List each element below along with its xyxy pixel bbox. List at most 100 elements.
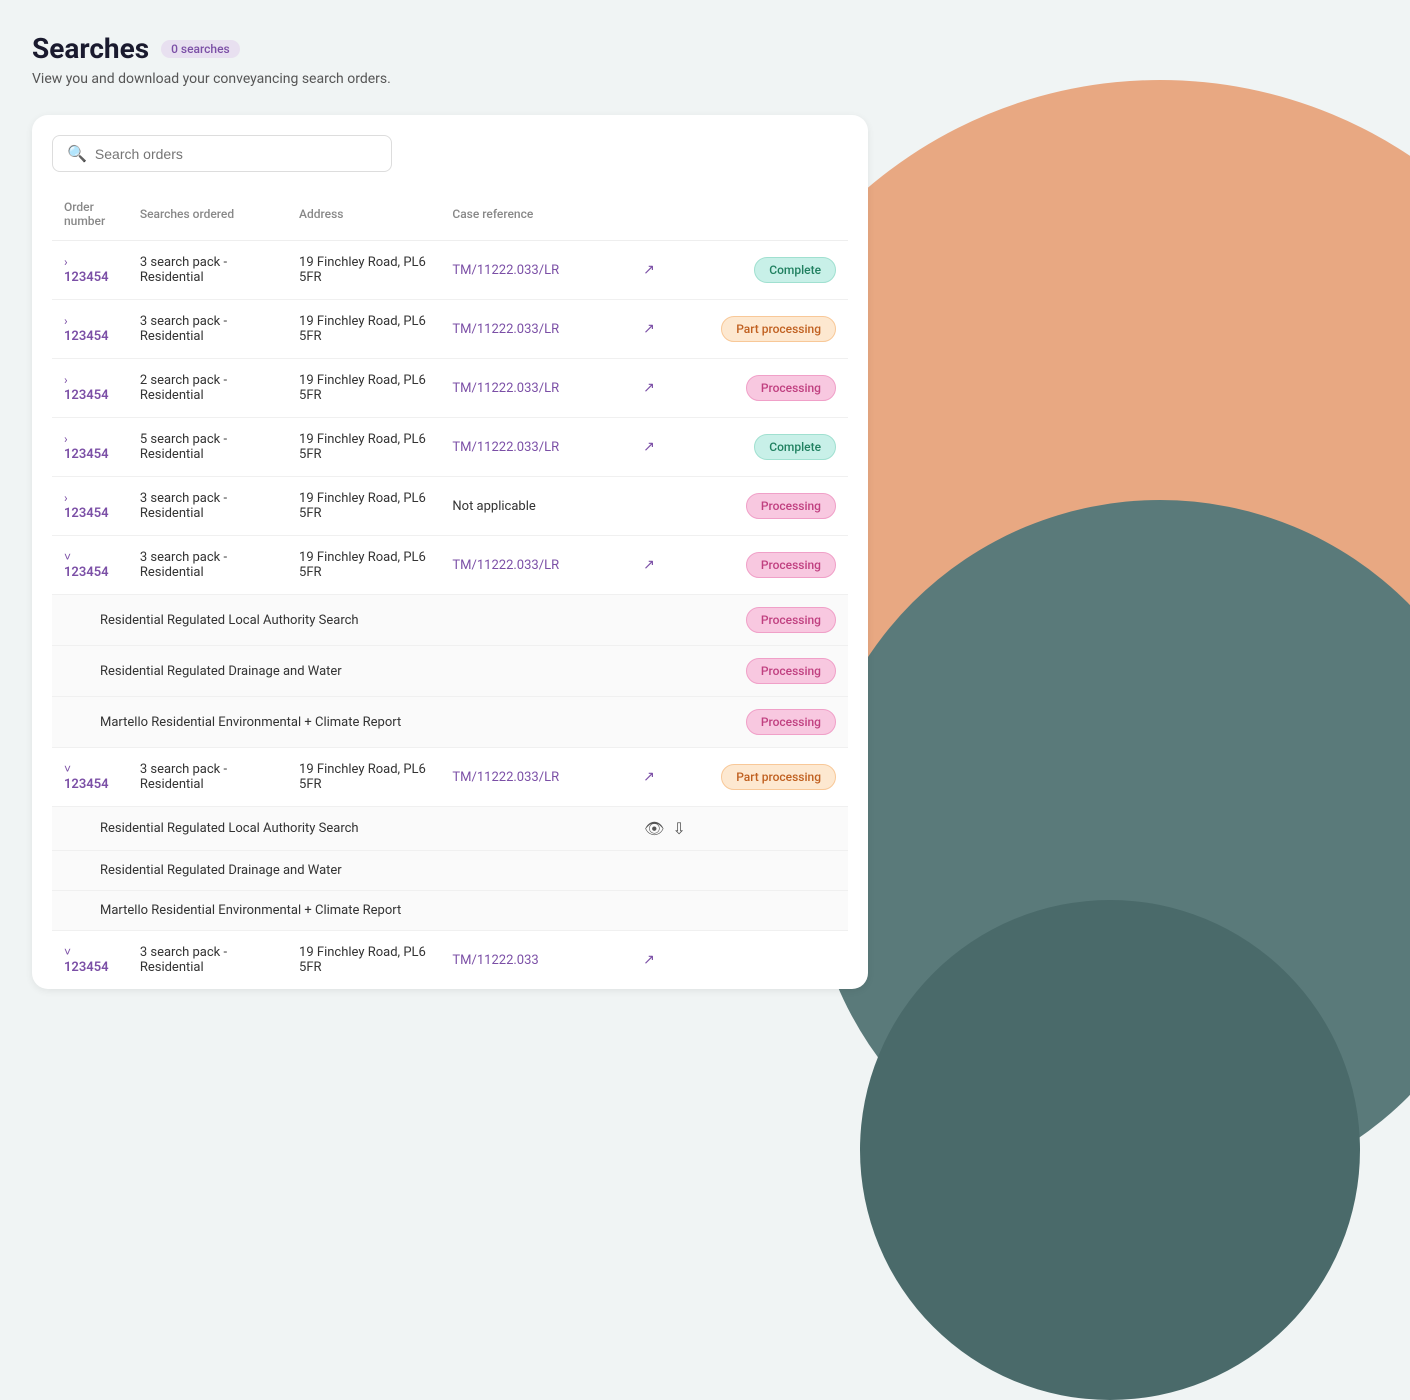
sub-action-cell: [596, 646, 698, 697]
searches-cell: 3 search pack - Residential: [128, 536, 287, 595]
order-cell: ›123454: [52, 418, 128, 477]
address-cell: 19 Finchley Road, PL6 5FR: [287, 748, 440, 807]
sub-status-cell: [698, 807, 848, 851]
table-row: ˅123454 3 search pack - Residential 19 F…: [52, 931, 848, 990]
external-link-icon[interactable]: ↗: [643, 321, 655, 337]
sub-action-cell: [596, 595, 698, 646]
col-header-searches: Searches ordered: [128, 192, 287, 241]
searches-cell: 3 search pack - Residential: [128, 477, 287, 536]
status-badge: Processing: [746, 493, 836, 519]
case-cell: TM/11222.033/LR: [440, 748, 596, 807]
table-row: ›123454 3 search pack - Residential 19 F…: [52, 477, 848, 536]
sub-name-cell: Residential Regulated Local Authority Se…: [52, 807, 596, 851]
table-header-row: Order number Searches ordered Address Ca…: [52, 192, 848, 241]
chevron-icon[interactable]: ˅: [64, 550, 71, 564]
action-icons: 👁 ⇩: [644, 819, 686, 838]
chevron-icon[interactable]: ›: [64, 255, 68, 269]
sub-name-cell: Residential Regulated Drainage and Water: [52, 646, 596, 697]
case-cell: TM/11222.033/LR: [440, 241, 596, 300]
case-cell: TM/11222.033/LR: [440, 418, 596, 477]
status-badge: Processing: [746, 375, 836, 401]
table-row: ˅123454 3 search pack - Residential 19 F…: [52, 536, 848, 595]
case-ref-link[interactable]: TM/11222.033/LR: [452, 381, 559, 396]
address-cell: 19 Finchley Road, PL6 5FR: [287, 300, 440, 359]
table-row: ›123454 3 search pack - Residential 19 F…: [52, 241, 848, 300]
order-cell: ›123454: [52, 300, 128, 359]
chevron-icon[interactable]: ›: [64, 432, 68, 446]
sub-table-row: Residential Regulated Local Authority Se…: [52, 595, 848, 646]
chevron-icon[interactable]: ›: [64, 314, 68, 328]
order-cell: ›123454: [52, 359, 128, 418]
case-cell: TM/11222.033: [440, 931, 596, 990]
chevron-icon[interactable]: ˅: [64, 945, 71, 959]
case-ref-link[interactable]: TM/11222.033/LR: [452, 263, 559, 278]
status-badge: Processing: [746, 607, 836, 633]
case-ref-link[interactable]: TM/11222.033/LR: [452, 322, 559, 337]
address-cell: 19 Finchley Road, PL6 5FR: [287, 418, 440, 477]
sub-status-cell: Processing: [698, 697, 848, 748]
external-link-icon[interactable]: ↗: [643, 769, 655, 785]
sub-table-row: Residential Regulated Drainage and Water…: [52, 646, 848, 697]
case-ref-link[interactable]: TM/11222.033/LR: [452, 440, 559, 455]
search-bar: 🔍: [52, 135, 392, 172]
sub-table-row: Martello Residential Environmental + Cli…: [52, 697, 848, 748]
status-badge: Complete: [754, 434, 836, 460]
sub-action-cell: [596, 697, 698, 748]
case-ref-text: Not applicable: [452, 499, 535, 514]
external-link-icon[interactable]: ↗: [643, 439, 655, 455]
link-cell: ↗: [596, 241, 698, 300]
order-cell: ›123454: [52, 241, 128, 300]
search-input[interactable]: [95, 146, 377, 162]
table-row: ˅123454 3 search pack - Residential 19 F…: [52, 748, 848, 807]
case-ref-link[interactable]: TM/11222.033: [452, 953, 538, 968]
external-link-icon[interactable]: ↗: [643, 380, 655, 396]
case-cell: TM/11222.033/LR: [440, 536, 596, 595]
order-cell: ˅123454: [52, 536, 128, 595]
case-ref-link[interactable]: TM/11222.033/LR: [452, 558, 559, 573]
order-number: 123454: [64, 329, 109, 344]
chevron-icon[interactable]: ›: [64, 491, 68, 505]
case-cell: Not applicable: [440, 477, 596, 536]
external-link-icon[interactable]: ↗: [643, 262, 655, 278]
order-number: 123454: [64, 388, 109, 403]
link-cell: ↗: [596, 359, 698, 418]
order-cell: ›123454: [52, 477, 128, 536]
col-header-case: Case reference: [440, 192, 596, 241]
searches-badge: 0 searches: [161, 40, 240, 58]
sub-status-cell: [698, 891, 848, 931]
address-cell: 19 Finchley Road, PL6 5FR: [287, 359, 440, 418]
status-cell: Complete: [698, 418, 848, 477]
chevron-icon[interactable]: ˅: [64, 762, 71, 776]
view-icon[interactable]: 👁: [644, 819, 664, 838]
external-link-icon[interactable]: ↗: [643, 557, 655, 573]
status-cell: Part processing: [698, 300, 848, 359]
sub-action-cell: [596, 851, 698, 891]
sub-name-cell: Residential Regulated Local Authority Se…: [52, 595, 596, 646]
case-ref-link[interactable]: TM/11222.033/LR: [452, 770, 559, 785]
link-cell: ↗: [596, 748, 698, 807]
sub-action-cell: [596, 891, 698, 931]
status-badge: Part processing: [721, 764, 836, 790]
link-cell: ↗: [596, 931, 698, 990]
status-cell: Processing: [698, 536, 848, 595]
main-content: Searches 0 searches View you and downloa…: [0, 0, 900, 1021]
status-cell: [698, 931, 848, 990]
download-icon[interactable]: ⇩: [672, 819, 685, 838]
order-cell: ˅123454: [52, 931, 128, 990]
search-icon: 🔍: [67, 144, 87, 163]
order-cell: ˅123454: [52, 748, 128, 807]
sub-status-cell: [698, 851, 848, 891]
address-cell: 19 Finchley Road, PL6 5FR: [287, 931, 440, 990]
address-cell: 19 Finchley Road, PL6 5FR: [287, 477, 440, 536]
col-header-order: Order number: [52, 192, 128, 241]
page-header: Searches 0 searches: [32, 32, 868, 65]
searches-cell: 5 search pack - Residential: [128, 418, 287, 477]
searches-cell: 3 search pack - Residential: [128, 241, 287, 300]
external-link-icon[interactable]: ↗: [643, 952, 655, 968]
chevron-icon[interactable]: ›: [64, 373, 68, 387]
status-cell: Processing: [698, 477, 848, 536]
link-cell: [596, 477, 698, 536]
address-cell: 19 Finchley Road, PL6 5FR: [287, 241, 440, 300]
sub-action-cell: 👁 ⇩: [596, 807, 698, 851]
sub-table-row: Martello Residential Environmental + Cli…: [52, 891, 848, 931]
